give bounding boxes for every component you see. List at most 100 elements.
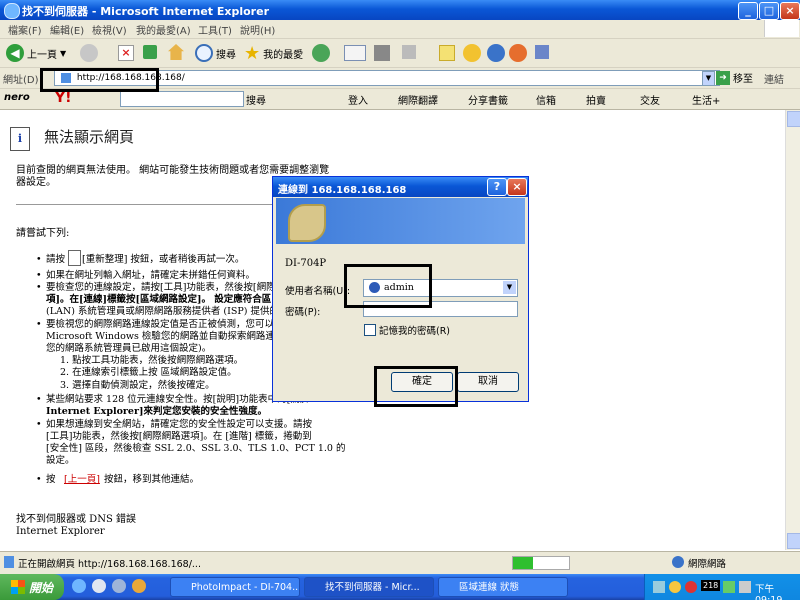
menu-file[interactable]: 檔案(F) (8, 22, 42, 37)
refresh-page-icon (68, 250, 81, 266)
life-button[interactable]: 生活+ (692, 92, 720, 107)
share-bookmarks-button[interactable]: 分享書籤 (468, 92, 508, 107)
maximize-button[interactable]: □ (759, 2, 779, 20)
divider (16, 204, 316, 205)
progress-fill (513, 557, 533, 569)
system-tray: 218 下午 09:19 (644, 574, 800, 606)
forward-arrow-icon[interactable] (80, 44, 98, 62)
close-button[interactable]: × (780, 2, 800, 20)
bullet-3: • (36, 282, 42, 293)
address-dropdown-icon[interactable]: ▼ (702, 71, 715, 86)
dialog-banner (276, 198, 525, 244)
task-lan-status[interactable]: 區域連線 狀態 (438, 577, 568, 597)
home-icon[interactable] (168, 44, 184, 60)
search-icon (195, 44, 213, 62)
chevron-down-icon: ▼ (60, 48, 67, 58)
page-heading: 無法顯示網頁 (44, 128, 135, 146)
dialog-help-button[interactable]: ? (487, 178, 507, 196)
bullet-3-text-c: (LAN) 系統管理員或網際網路服務提供者 (ISP) 提供的設 (46, 306, 289, 317)
toolbar: ◀ 上一頁 ▼ × 搜尋 ★ 我的最愛 (0, 39, 800, 68)
task-ie[interactable]: 找不到伺服器 - Micr... (304, 577, 434, 597)
network-icon[interactable] (739, 581, 751, 593)
mail-icon[interactable] (344, 45, 366, 61)
back-label: 上一頁 (27, 49, 57, 61)
start-button[interactable]: 開始 (0, 574, 64, 600)
yahoo-search-button[interactable]: 搜尋 (246, 92, 266, 107)
history-icon[interactable] (312, 44, 330, 62)
bullet-6: • (36, 419, 42, 430)
yahoo-logo[interactable]: Y! (55, 90, 72, 106)
keys-icon (288, 204, 326, 242)
nero-logo[interactable]: nero (4, 92, 30, 103)
go-button[interactable]: ➜ 移至 (716, 70, 753, 85)
menu-view[interactable]: 檢視(V) (92, 22, 127, 37)
tray-badge[interactable]: 218 (701, 580, 721, 591)
tray-icon-1[interactable] (653, 581, 665, 593)
favorites-button[interactable]: ★ 我的最愛 (244, 42, 303, 64)
step-2: 2. 在連線索引標籤上按 區域網路設定值。 (60, 367, 237, 378)
scroll-up-icon[interactable] (787, 111, 800, 127)
zone-label: 網際網路 (688, 559, 727, 570)
tray-icon-4[interactable] (723, 581, 735, 593)
edit-icon[interactable] (402, 45, 416, 59)
bullet-7-text-a: 按 (46, 474, 56, 485)
info-icon: i (10, 127, 30, 151)
dialog-title-bar: 連線到 168.168.168.168 ? × (273, 177, 528, 197)
username-dropdown-icon[interactable]: ▼ (503, 281, 516, 294)
dialog-close-button[interactable]: × (507, 178, 527, 196)
task-photoimpact[interactable]: PhotoImpact - DI-704... (170, 577, 300, 597)
vertical-scrollbar[interactable] (785, 110, 800, 550)
windows-logo-icon (764, 20, 799, 37)
remember-checkbox[interactable] (364, 324, 376, 336)
back-button[interactable]: ◀ 上一頁 ▼ (6, 42, 66, 64)
status-bar: 正在開啟網頁 http://168.168.168.168/... 網際網路 (0, 551, 800, 574)
media-icon[interactable] (509, 44, 527, 62)
bullet-3-text-b: 項]。在[連線]標籤按[區域網路設定]。 設定應符合區 (46, 294, 272, 305)
print-icon[interactable] (374, 45, 390, 61)
translate-button[interactable]: 網際翻譯 (398, 92, 438, 107)
bullet-1-text-b: [重新整理] 按鈕，或者稍後再試一次。 (82, 254, 245, 265)
globe-icon[interactable] (487, 44, 505, 62)
links-label[interactable]: 連結 (764, 71, 784, 86)
remember-label[interactable]: 記憶我的密碼(R) (379, 323, 450, 337)
menu-favorites[interactable]: 我的最愛(A) (136, 22, 191, 37)
tray-icon-2[interactable] (669, 581, 681, 593)
scroll-down-icon[interactable] (787, 533, 800, 549)
cancel-button[interactable]: 取消 (457, 372, 519, 392)
search-label: 搜尋 (216, 49, 236, 61)
toolbar-extra-icon[interactable] (535, 45, 549, 59)
menu-tools[interactable]: 工具(T) (198, 22, 232, 37)
footer-error: 找不到伺服器或 DNS 錯誤 (16, 514, 136, 525)
yahoo-toolbar: nero Y! 搜尋 登入 網際翻譯 分享書籤 信箱 拍賣 交友 生活+ (0, 89, 800, 110)
clock[interactable]: 下午 09:19 (755, 581, 800, 606)
login-button[interactable]: 登入 (348, 92, 368, 107)
username-label: 使用者名稱(U): (285, 286, 351, 297)
menu-edit[interactable]: 編輯(E) (50, 22, 84, 37)
back-link[interactable]: [上一頁] (64, 474, 100, 486)
mailbox-button[interactable]: 信箱 (536, 92, 556, 107)
menu-help[interactable]: 說明(H) (240, 22, 275, 37)
refresh-icon[interactable] (143, 45, 157, 59)
yahoo-search-input[interactable] (120, 91, 244, 107)
start-label: 開始 (28, 580, 53, 595)
bullet-6-text-a: 如果想連線到安全網站，請確定您的安全性設定可以支援。請按 (46, 419, 313, 430)
tray-icon-3[interactable] (685, 581, 697, 593)
quicklaunch-desktop-icon[interactable] (92, 579, 106, 593)
bullet-1-text-a: 請按 (46, 254, 66, 265)
messenger-icon[interactable] (463, 44, 481, 62)
bullet-4: • (36, 319, 42, 330)
taskbar: 開始 PhotoImpact - DI-704... 找不到伺服器 - Micr… (0, 574, 800, 606)
minimize-button[interactable]: _ (738, 2, 758, 20)
auction-button[interactable]: 拍賣 (586, 92, 606, 107)
bullet-5-text-a: 某些網站要求 128 位元連線安全性。按[說明]功能表中的[關於 (46, 394, 310, 405)
favorites-label: 我的最愛 (263, 49, 304, 61)
stop-icon[interactable]: × (118, 45, 134, 61)
quicklaunch-app-icon[interactable] (132, 579, 146, 593)
quicklaunch-media-icon[interactable] (112, 579, 126, 593)
quicklaunch-ie-icon[interactable] (72, 579, 86, 593)
friends-button[interactable]: 交友 (640, 92, 660, 107)
password-label: 密碼(P): (285, 307, 321, 318)
go-label: 移至 (733, 74, 753, 85)
notes-icon[interactable] (439, 45, 455, 61)
search-button[interactable]: 搜尋 (195, 42, 236, 64)
